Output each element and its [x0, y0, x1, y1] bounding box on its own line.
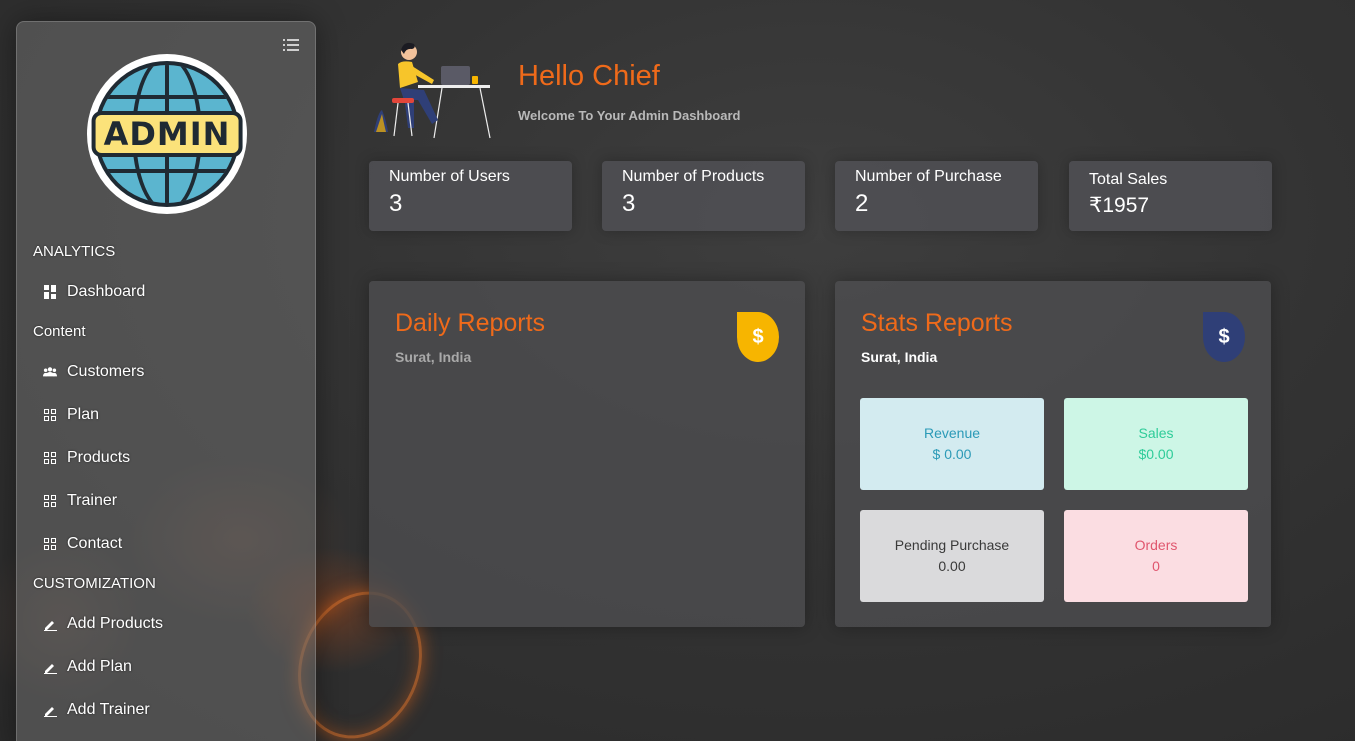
stat-label: Number of Products — [622, 168, 765, 185]
panel-location: Surat, India — [861, 349, 938, 365]
dollar-icon: $ — [737, 312, 779, 362]
sidebar-item-label: Add Plan — [67, 658, 132, 675]
stat-label: Number of Users — [389, 168, 510, 185]
logo-text: ADMIN — [91, 111, 243, 157]
sidebar: ADMIN ANALYTICS Dashboard Content Custom… — [16, 21, 316, 741]
stat-value: ₹1957 — [1089, 194, 1150, 217]
panel-location: Surat, India — [395, 349, 472, 365]
sidebar-item-label: Trainer — [67, 492, 118, 509]
pencil-icon — [43, 617, 57, 631]
sidebar-item-label: Contact — [67, 535, 123, 552]
section-content: Content — [33, 323, 86, 340]
pending-purchase-tile: Pending Purchase 0.00 — [860, 510, 1044, 602]
revenue-tile: Revenue $ 0.00 — [860, 398, 1044, 490]
sidebar-item-label: Plan — [67, 406, 100, 423]
sidebar-item-contact[interactable]: Contact — [43, 535, 122, 553]
stat-card-purchase: Number of Purchase 2 — [835, 161, 1038, 231]
welcome-subtitle: Welcome To Your Admin Dashboard — [518, 108, 741, 123]
tile-label: Orders — [1134, 537, 1178, 553]
sidebar-item-products[interactable]: Products — [43, 449, 130, 467]
sidebar-item-trainer[interactable]: Trainer — [43, 492, 117, 510]
menu-toggle-icon[interactable] — [283, 39, 299, 51]
section-customization: CUSTOMIZATION — [33, 575, 156, 592]
stat-value: 3 — [622, 190, 636, 217]
stat-card-total-sales: Total Sales ₹1957 — [1069, 161, 1272, 231]
orders-tile: Orders 0 — [1064, 510, 1248, 602]
grid-icon — [43, 451, 57, 465]
sidebar-item-label: Customers — [67, 363, 145, 380]
tile-value: 0 — [1152, 558, 1160, 574]
sidebar-item-add-plan[interactable]: Add Plan — [43, 658, 132, 676]
stats-reports-panel: Stats Reports Surat, India $ Revenue $ 0… — [835, 281, 1271, 627]
sidebar-item-dashboard[interactable]: Dashboard — [43, 283, 145, 301]
sidebar-item-label: Add Products — [67, 615, 164, 632]
grid-icon — [43, 494, 57, 508]
stat-value: 2 — [855, 190, 869, 217]
tile-label: Pending Purchase — [894, 537, 1010, 553]
tile-value: $ 0.00 — [932, 446, 972, 462]
grid-icon — [43, 537, 57, 551]
daily-reports-panel: Daily Reports Surat, India $ — [369, 281, 805, 627]
sidebar-item-label: Dashboard — [67, 283, 146, 300]
panel-title: Daily Reports — [395, 309, 546, 337]
sales-tile: Sales $0.00 — [1064, 398, 1248, 490]
sidebar-item-add-trainer[interactable]: Add Trainer — [43, 701, 150, 719]
tile-value: $0.00 — [1138, 446, 1174, 462]
sidebar-item-label: Products — [67, 449, 131, 466]
tile-label: Sales — [1138, 425, 1174, 441]
stat-card-products: Number of Products 3 — [602, 161, 805, 231]
tile-value: 0.00 — [938, 558, 966, 574]
sidebar-item-add-products[interactable]: Add Products — [43, 615, 163, 633]
sidebar-item-plan[interactable]: Plan — [43, 406, 99, 424]
pencil-icon — [43, 703, 57, 717]
grid-icon — [43, 408, 57, 422]
dollar-icon: $ — [1203, 312, 1245, 362]
pencil-icon — [43, 660, 57, 674]
greeting-title: Hello Chief — [518, 60, 660, 92]
panel-title: Stats Reports — [861, 309, 1013, 337]
users-icon — [43, 365, 57, 379]
stat-card-users: Number of Users 3 — [369, 161, 572, 231]
person-at-desk-illustration — [374, 42, 491, 139]
stat-value: 3 — [389, 190, 403, 217]
dashboard-icon — [43, 285, 57, 299]
admin-logo: ADMIN — [87, 54, 247, 214]
tile-label: Revenue — [923, 425, 981, 441]
section-analytics: ANALYTICS — [33, 243, 116, 260]
sidebar-item-label: Add Trainer — [67, 701, 150, 718]
stat-label: Total Sales — [1089, 171, 1168, 188]
stat-label: Number of Purchase — [855, 168, 1002, 185]
sidebar-item-customers[interactable]: Customers — [43, 363, 144, 381]
